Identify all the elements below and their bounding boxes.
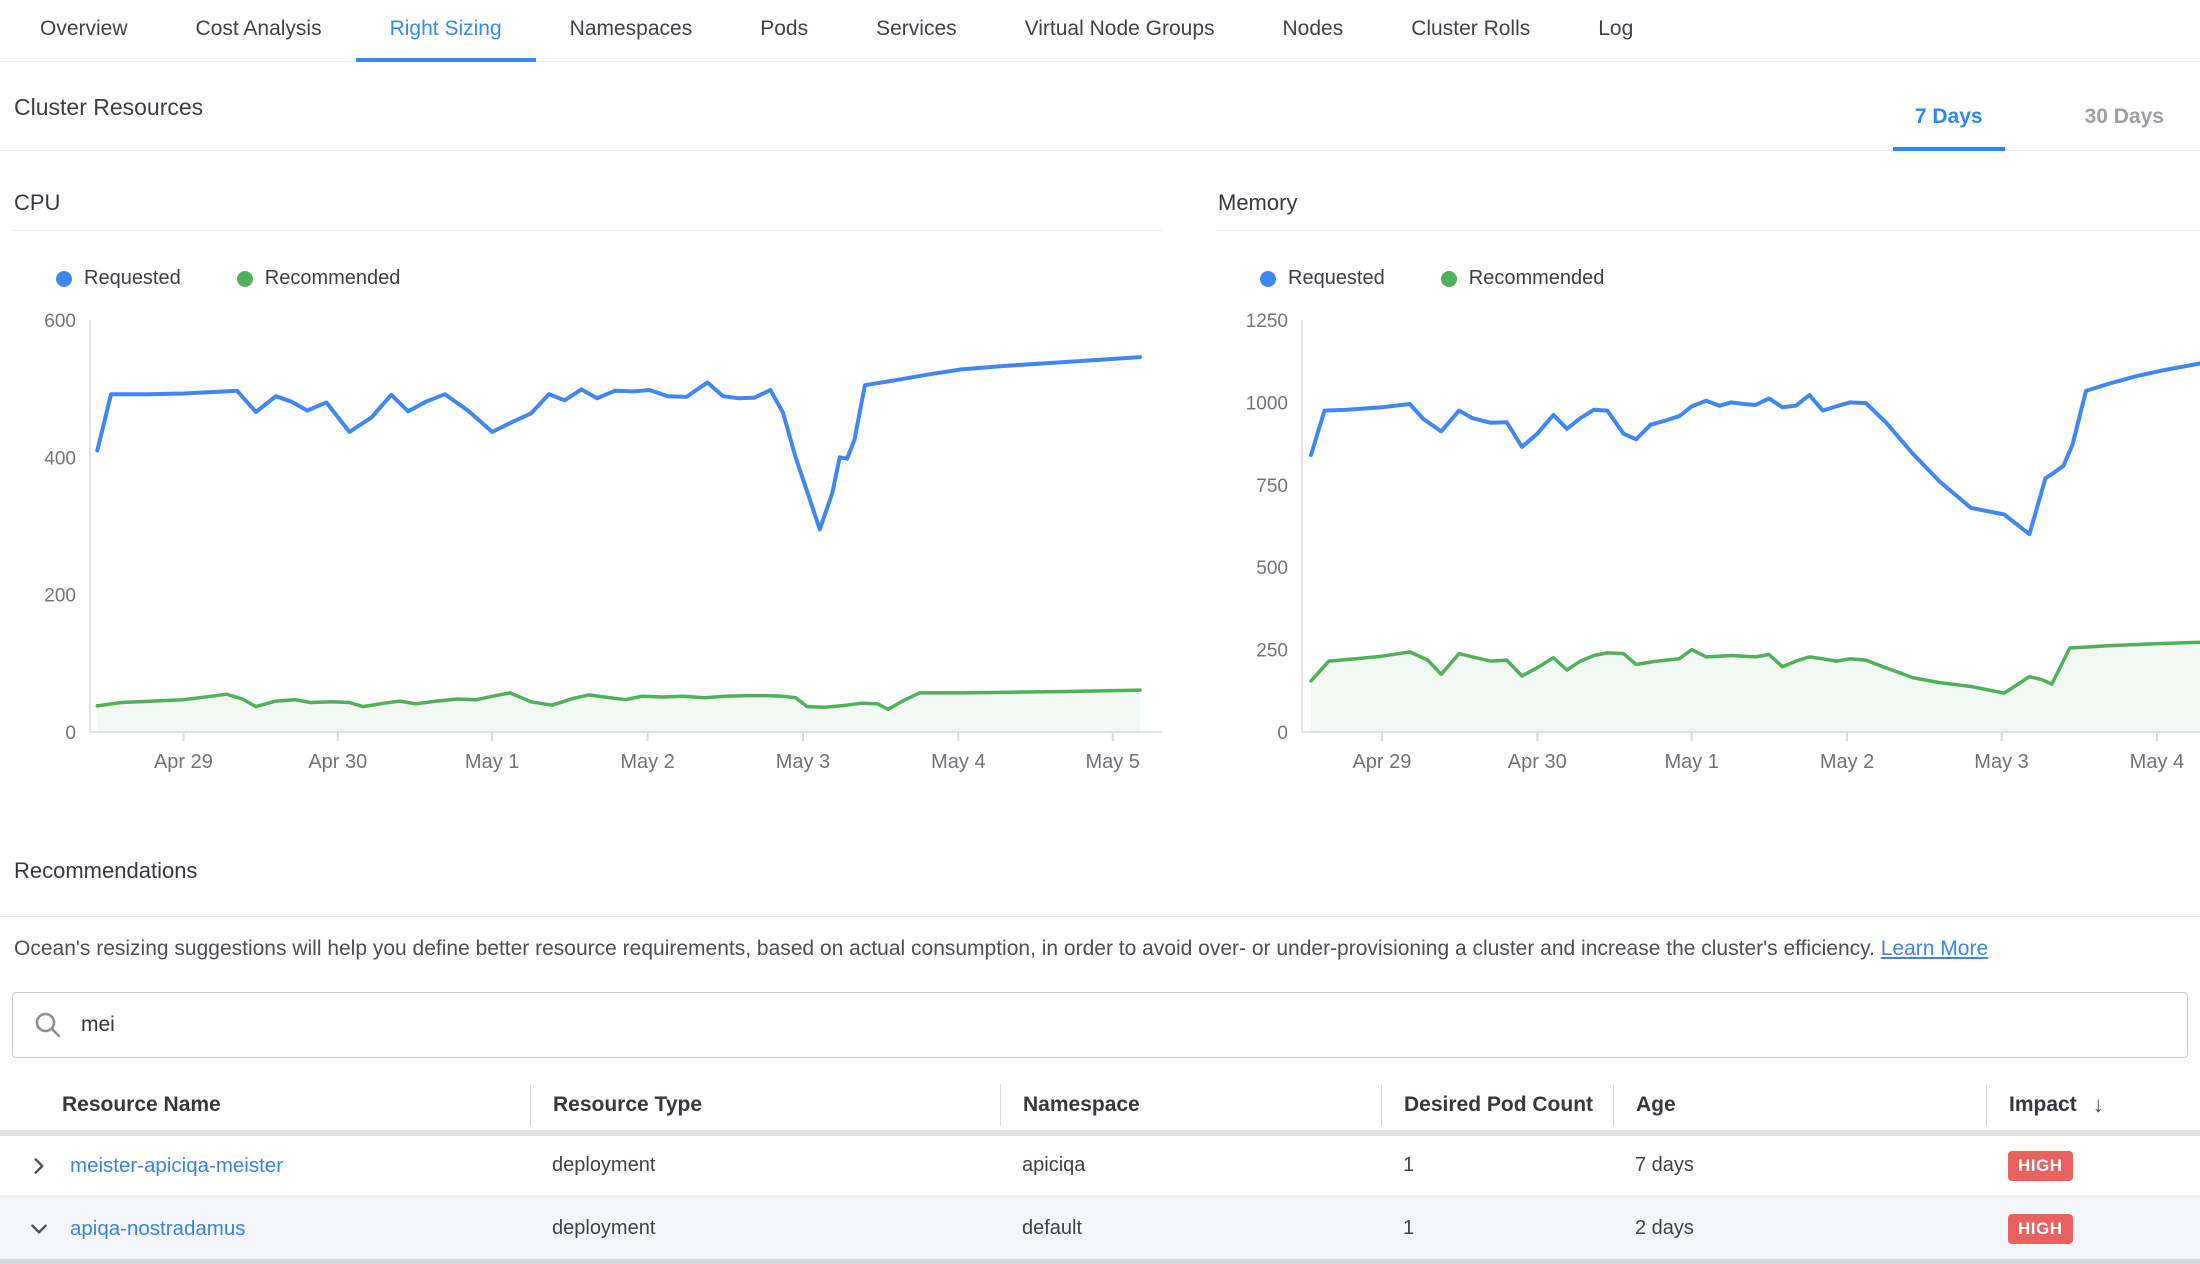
legend-label: Recommended <box>265 267 401 290</box>
pod-count-cell: 1 <box>1381 1217 1613 1240</box>
tab-right-sizing[interactable]: Right Sizing <box>356 0 536 62</box>
divider <box>0 916 2200 917</box>
tab-log[interactable]: Log <box>1564 0 1667 62</box>
namespace-cell: default <box>1000 1217 1381 1240</box>
cpu-chart-section: CPU Requested Recommended 0 200 400 600 Apr … <box>12 190 1162 781</box>
svg-text:Apr 30: Apr 30 <box>1508 751 1567 773</box>
svg-text:400: 400 <box>44 448 76 469</box>
legend-item-recommended[interactable]: Recommended <box>1441 267 1605 290</box>
resource-type-cell: deployment <box>530 1154 1000 1177</box>
tab-overview[interactable]: Overview <box>6 0 162 62</box>
namespace-cell: apiciqa <box>1000 1154 1381 1177</box>
learn-more-link[interactable]: Learn More <box>1881 937 1988 960</box>
age-cell: 2 days <box>1613 1217 1986 1240</box>
svg-text:May 4: May 4 <box>2130 751 2184 773</box>
svg-text:0: 0 <box>65 723 76 744</box>
svg-text:Apr 29: Apr 29 <box>1352 751 1411 773</box>
right-sizing-page: Overview Cost Analysis Right Sizing Name… <box>0 0 2200 1264</box>
legend-label: Recommended <box>1469 267 1605 290</box>
table-row[interactable]: meister-apiciqa-meister deployment apici… <box>0 1136 2200 1198</box>
recommendations-title: Recommendations <box>14 858 197 884</box>
cpu-chart-legend: Requested Recommended <box>56 267 1162 290</box>
chevron-right-icon <box>28 1155 50 1177</box>
expand-row-button[interactable] <box>26 1153 52 1179</box>
legend-item-recommended[interactable]: Recommended <box>237 267 401 290</box>
memory-line-chart: 0 250 500 750 1000 1250 Apr 29 Apr 30 May 1 May 2… <box>1216 306 2200 781</box>
resource-name-link[interactable]: meister-apiciqa-meister <box>70 1154 283 1178</box>
header-resource-name[interactable]: Resource Name <box>0 1080 530 1130</box>
search-input[interactable] <box>79 1012 2167 1038</box>
header-namespace[interactable]: Namespace <box>1000 1084 1381 1126</box>
top-tab-bar: Overview Cost Analysis Right Sizing Name… <box>0 0 2200 62</box>
search-icon <box>33 1010 63 1040</box>
period-tab-7-days[interactable]: 7 Days <box>1893 105 2005 151</box>
recommendations-description-text: Ocean's resizing suggestions will help y… <box>14 937 1881 960</box>
resource-name-link[interactable]: apiqa-nostradamus <box>70 1217 246 1241</box>
svg-text:May 1: May 1 <box>1664 751 1718 773</box>
tab-namespaces[interactable]: Namespaces <box>536 0 727 62</box>
sort-desc-icon[interactable]: ↓ <box>2093 1092 2104 1118</box>
svg-text:Apr 30: Apr 30 <box>308 751 367 773</box>
svg-text:250: 250 <box>1256 641 1288 662</box>
svg-text:200: 200 <box>44 586 76 607</box>
memory-chart-title: Memory <box>1216 190 2200 231</box>
svg-text:Apr 29: Apr 29 <box>154 751 213 773</box>
recommended-dot-icon <box>237 271 253 287</box>
table-row[interactable]: apiqa-nostradamus deployment default 1 2… <box>0 1198 2200 1259</box>
cluster-resources-title: Cluster Resources <box>14 94 203 121</box>
legend-item-requested[interactable]: Requested <box>56 267 181 290</box>
impact-badge: HIGH <box>2008 1151 2073 1181</box>
resource-search-box <box>12 992 2188 1058</box>
header-resource-type[interactable]: Resource Type <box>530 1084 1000 1126</box>
pod-count-cell: 1 <box>1381 1154 1613 1177</box>
impact-badge: HIGH <box>2008 1214 2073 1244</box>
tab-pods[interactable]: Pods <box>726 0 842 62</box>
recommended-dot-icon <box>1441 271 1457 287</box>
legend-label: Requested <box>84 267 181 290</box>
legend-item-requested[interactable]: Requested <box>1260 267 1385 290</box>
tab-cost-analysis[interactable]: Cost Analysis <box>162 0 356 62</box>
recommendations-description: Ocean's resizing suggestions will help y… <box>14 932 2184 966</box>
svg-text:1000: 1000 <box>1246 393 1288 414</box>
chevron-down-icon <box>28 1218 50 1240</box>
table-header-row: Resource Name Resource Type Namespace De… <box>0 1080 2200 1130</box>
svg-text:600: 600 <box>44 311 76 332</box>
svg-text:May 2: May 2 <box>620 751 674 773</box>
age-cell: 7 days <box>1613 1154 1986 1177</box>
svg-text:500: 500 <box>1256 558 1288 579</box>
header-desired-pod-count[interactable]: Desired Pod Count <box>1381 1084 1613 1126</box>
tab-virtual-node-groups[interactable]: Virtual Node Groups <box>991 0 1249 62</box>
memory-chart-legend: Requested Recommended <box>1260 267 2200 290</box>
svg-text:May 5: May 5 <box>1085 751 1139 773</box>
svg-text:0: 0 <box>1277 723 1288 744</box>
header-age[interactable]: Age <box>1613 1084 1986 1126</box>
requested-dot-icon <box>56 271 72 287</box>
legend-label: Requested <box>1288 267 1385 290</box>
requested-dot-icon <box>1260 271 1276 287</box>
svg-text:May 3: May 3 <box>776 751 830 773</box>
tab-nodes[interactable]: Nodes <box>1249 0 1378 62</box>
cluster-resources-header: Cluster Resources 7 Days 30 Days <box>0 62 2200 151</box>
cpu-line-chart: 0 200 400 600 Apr 29 Apr 30 May 1 May 2 May 3 May… <box>12 306 1162 781</box>
period-tab-30-days[interactable]: 30 Days <box>2063 105 2186 151</box>
header-impact-label: Impact <box>2009 1093 2077 1117</box>
svg-text:May 1: May 1 <box>465 751 519 773</box>
memory-chart-section: Memory Requested Recommended 0 250 500 750 1… <box>1216 190 2200 781</box>
collapse-row-button[interactable] <box>26 1216 52 1242</box>
divider <box>0 1259 2200 1264</box>
svg-text:May 2: May 2 <box>1820 751 1874 773</box>
svg-text:750: 750 <box>1256 476 1288 497</box>
resource-type-cell: deployment <box>530 1217 1000 1240</box>
svg-text:1250: 1250 <box>1246 311 1288 332</box>
tab-cluster-rolls[interactable]: Cluster Rolls <box>1377 0 1564 62</box>
svg-text:May 3: May 3 <box>1974 751 2028 773</box>
tab-services[interactable]: Services <box>842 0 991 62</box>
cpu-chart-title: CPU <box>12 190 1162 231</box>
period-selector: 7 Days 30 Days <box>1893 105 2186 150</box>
header-impact[interactable]: Impact ↓ <box>1986 1084 2200 1126</box>
recommendations-table: Resource Name Resource Type Namespace De… <box>0 1080 2200 1259</box>
svg-text:May 4: May 4 <box>931 751 985 773</box>
